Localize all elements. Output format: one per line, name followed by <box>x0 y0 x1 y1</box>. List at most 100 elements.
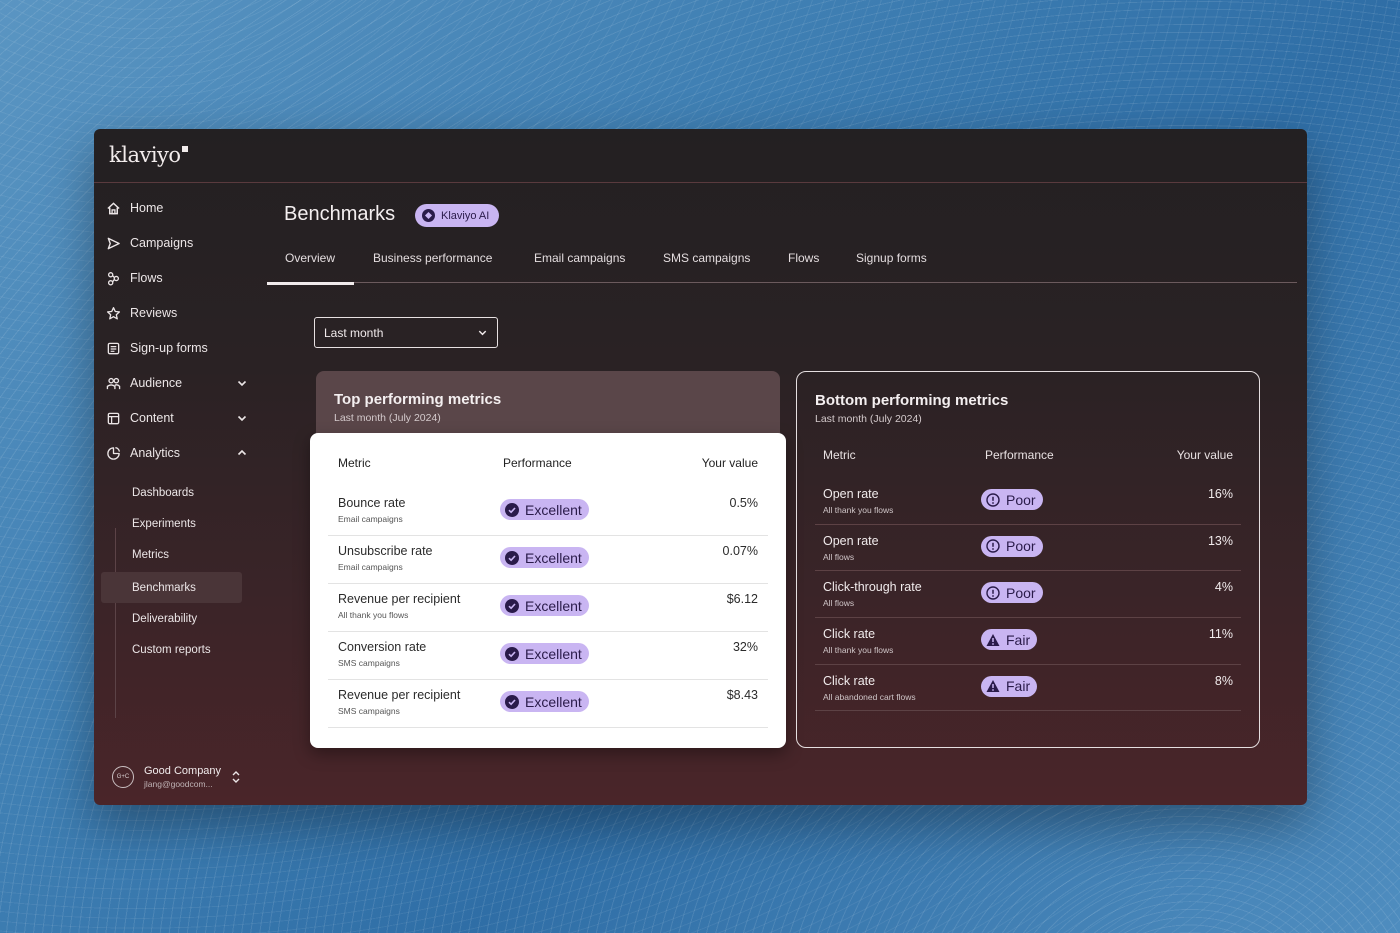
warning-triangle-icon <box>986 633 1000 646</box>
performance-label: Excellent <box>525 597 582 614</box>
alert-circle-icon <box>986 539 1000 553</box>
sidebar-item-home[interactable]: Home <box>106 197 248 219</box>
sidebar-item-flows[interactable]: Flows <box>106 267 248 289</box>
chevron-down-icon <box>478 330 487 336</box>
sidebar-item-label: Sign-up forms <box>130 341 208 355</box>
table-row[interactable]: Bounce rate Email campaigns Excellent 0.5% <box>310 488 786 536</box>
performance-badge: Fair <box>981 675 1038 697</box>
table-row[interactable]: Conversion rate SMS campaigns Excellent 32% <box>310 632 786 680</box>
performance-badge: Excellent <box>500 499 589 520</box>
tab-signup-forms[interactable]: Signup forms <box>856 251 927 283</box>
table-row[interactable]: Open rate All thank you flows Poor 16% <box>797 478 1259 525</box>
sidebar-item-signup-forms[interactable]: Sign-up forms <box>106 337 248 359</box>
sidebar: Home Campaigns Flows Reviews Sign-up for… <box>94 183 254 805</box>
metric-value: 0.07% <box>722 544 758 558</box>
sidebar-subitem-custom-reports[interactable]: Custom reports <box>101 634 242 665</box>
table-row[interactable]: Revenue per recipient All thank you flows… <box>310 584 786 632</box>
metric-value: 13% <box>1207 533 1233 548</box>
metric-name: Revenue per recipient <box>338 688 461 702</box>
metric-value: 0.5% <box>729 496 759 510</box>
metric-name: Unsubscribe rate <box>338 544 433 558</box>
metric-source: All flows <box>823 551 855 562</box>
performance-badge: Excellent <box>500 691 589 712</box>
klaviyo-ai-badge[interactable]: Klaviyo AI <box>415 204 500 227</box>
klaviyo-logo[interactable]: klaviyo <box>109 143 188 167</box>
date-range-value: Last month <box>324 325 384 340</box>
table-row[interactable]: Click rate All thank you flows Fair 11% <box>797 618 1259 665</box>
sidebar-subitem-metrics[interactable]: Metrics <box>101 539 242 570</box>
sidebar-item-label: Analytics <box>130 446 181 460</box>
top-bar: klaviyo <box>94 129 1307 183</box>
table-row[interactable]: Unsubscribe rate Email campaigns Excellent… <box>310 536 786 584</box>
sidebar-item-label: Flows <box>130 271 163 285</box>
table-row[interactable]: Revenue per recipient SMS campaigns Excell… <box>310 680 786 728</box>
column-header-metric: Metric <box>338 456 371 470</box>
column-header-performance: Performance <box>503 456 572 470</box>
metric-name: Bounce rate <box>338 496 406 510</box>
card-title: Top performing metrics <box>334 391 502 408</box>
table-row[interactable]: Click rate All abandoned cart flows Fair 8% <box>797 665 1259 712</box>
card-subtitle: Last month (July 2024) <box>815 413 922 425</box>
column-header-value: Your value <box>701 456 758 470</box>
card-subtitle: Last month (July 2024) <box>334 412 441 424</box>
metric-source: Email campaigns <box>338 514 403 524</box>
tab-sms-campaigns[interactable]: SMS campaigns <box>663 251 750 283</box>
account-switcher[interactable]: G+C Good Company jlang@goodcom... <box>112 765 241 789</box>
bottom-metrics-card: Bottom performing metrics Last month (Ju… <box>796 371 1260 748</box>
table-row[interactable]: Click-through rate All flows Poor 4% <box>797 571 1259 619</box>
performance-badge: Excellent <box>500 643 589 664</box>
performance-label: Poor <box>1006 538 1036 555</box>
account-email: jlang@goodcom... <box>144 779 213 789</box>
metric-source: All abandoned cart flows <box>823 691 916 702</box>
avatar: G+C <box>112 766 134 788</box>
app-window: klaviyo Home Campaigns Flows Reviews Sig… <box>94 129 1307 805</box>
sidebar-subitem-deliverability[interactable]: Deliverability <box>101 603 242 634</box>
sidebar-item-reviews[interactable]: Reviews <box>106 302 248 324</box>
metric-value: 16% <box>1207 487 1233 501</box>
tab-flows[interactable]: Flows <box>788 251 819 283</box>
check-circle-icon <box>505 598 519 613</box>
sidebar-item-analytics[interactable]: Analytics <box>106 442 248 464</box>
tab-email-campaigns[interactable]: Email campaigns <box>534 251 625 283</box>
metric-source: All thank you flows <box>823 645 894 656</box>
content-icon <box>107 412 120 424</box>
tab-business-performance[interactable]: Business performance <box>373 251 492 283</box>
sidebar-item-label: Audience <box>130 376 183 390</box>
metric-value: 11% <box>1208 627 1233 642</box>
chevron-down-icon <box>237 415 247 422</box>
performance-badge: Poor <box>981 535 1043 557</box>
star-icon <box>106 306 121 319</box>
performance-label: Excellent <box>525 645 582 662</box>
tab-bar: Overview Business performance Email camp… <box>266 251 1297 285</box>
metric-value: 4% <box>1214 580 1233 595</box>
tab-overview[interactable]: Overview <box>266 251 355 285</box>
sidebar-item-audience[interactable]: Audience <box>106 372 248 394</box>
alert-circle-icon <box>986 586 1000 600</box>
metric-name: Click rate <box>823 673 876 688</box>
metric-source: SMS campaigns <box>338 658 400 668</box>
check-circle-icon <box>505 502 519 517</box>
chevron-down-icon <box>237 380 247 387</box>
sidebar-item-label: Reviews <box>130 306 178 320</box>
table-row[interactable]: Open rate All flows Poor 13% <box>797 525 1259 572</box>
sidebar-item-campaigns[interactable]: Campaigns <box>106 232 248 254</box>
row-divider <box>328 727 768 728</box>
metric-name: Open rate <box>823 533 879 548</box>
date-range-select[interactable]: Last month <box>314 317 498 348</box>
metric-source: SMS campaigns <box>338 706 400 716</box>
column-header-metric: Metric <box>823 448 856 462</box>
sidebar-subitem-experiments[interactable]: Experiments <box>101 508 242 539</box>
top-metrics-table: Metric Performance Your value Bounce rat… <box>310 433 786 748</box>
form-icon <box>107 342 120 354</box>
check-circle-icon <box>505 694 519 709</box>
performance-badge: Excellent <box>500 547 589 568</box>
sidebar-subitem-dashboards[interactable]: Dashboards <box>101 477 242 508</box>
sidebar-item-label: Campaigns <box>130 236 194 250</box>
performance-label: Excellent <box>525 693 582 710</box>
sidebar-subitem-benchmarks[interactable]: Benchmarks <box>101 572 242 603</box>
send-icon <box>107 237 120 249</box>
sidebar-item-content[interactable]: Content <box>106 407 248 429</box>
sidebar-item-label: Home <box>130 201 164 215</box>
performance-label: Poor <box>1006 584 1036 601</box>
alert-circle-icon <box>986 492 1000 507</box>
